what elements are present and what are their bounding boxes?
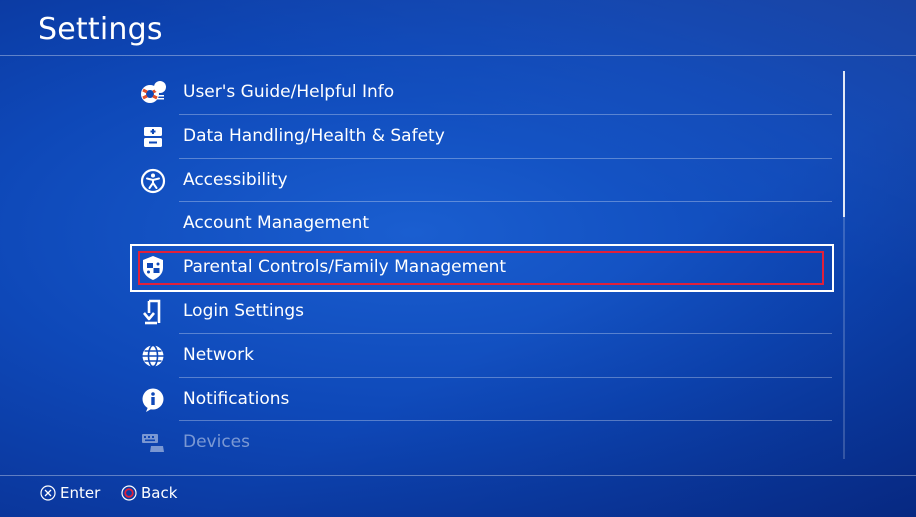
page-title: Settings — [38, 12, 163, 47]
menu-item-label: Devices — [183, 432, 250, 453]
menu-item-label: User's Guide/Helpful Info — [183, 82, 395, 102]
footer: Enter Back — [0, 475, 916, 517]
back-hint[interactable]: Back — [121, 484, 177, 502]
menu-item-data-handling[interactable]: Data Handling/Health & Safety — [132, 115, 832, 159]
menu-item-label: Account Management — [183, 213, 370, 234]
globe-icon — [140, 343, 166, 369]
login-arrow-icon — [140, 299, 166, 325]
info-bubble-icon — [140, 387, 166, 413]
menu-item-label: Parental Controls/Family Management — [183, 257, 507, 278]
back-label: Back — [141, 484, 178, 502]
accessibility-icon — [140, 168, 166, 194]
menu-item-label: Network — [183, 344, 254, 365]
menu-item-label: Notifications — [183, 388, 290, 409]
health-safety-icon — [140, 124, 166, 150]
settings-menu: User's Guide/Helpful Info Data Handling/… — [130, 71, 834, 465]
header: Settings — [0, 0, 916, 56]
menu-item-label: Accessibility — [183, 169, 288, 190]
menu-item-users-guide[interactable]: User's Guide/Helpful Info — [132, 71, 832, 115]
menu-item-label: Login Settings — [183, 300, 304, 321]
menu-item-accessibility[interactable]: Accessibility — [132, 159, 832, 203]
lifebuoy-info-icon — [140, 80, 166, 106]
cross-button-icon — [40, 485, 56, 501]
enter-hint[interactable]: Enter — [40, 484, 100, 502]
menu-item-login-settings[interactable]: Login Settings — [132, 290, 832, 334]
family-shield-icon — [140, 255, 166, 281]
menu-item-devices[interactable]: Devices — [132, 421, 832, 465]
enter-label: Enter — [60, 484, 101, 502]
scrollbar[interactable] — [843, 71, 845, 459]
menu-item-network[interactable]: Network — [132, 334, 832, 378]
menu-item-notifications[interactable]: Notifications — [132, 378, 832, 422]
menu-item-account-management[interactable]: Account Management — [132, 202, 832, 247]
menu-item-parental-controls[interactable]: Parental Controls/Family Management — [130, 244, 834, 292]
circle-button-icon — [121, 485, 137, 501]
keyboard-controller-icon — [140, 430, 166, 456]
scrollbar-thumb[interactable] — [843, 71, 845, 217]
menu-item-label: Data Handling/Health & Safety — [183, 125, 445, 146]
